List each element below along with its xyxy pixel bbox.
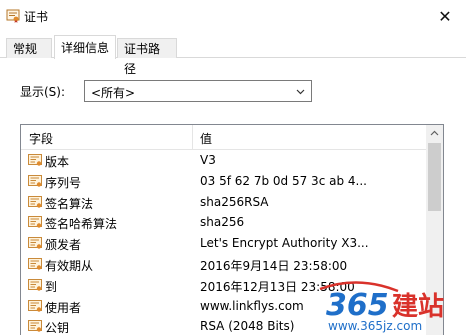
row-field-value: sha256 <box>200 215 245 230</box>
close-button[interactable]: ✕ <box>432 4 458 28</box>
certificate-icon <box>6 9 20 23</box>
row-field-name: 版本 <box>45 155 70 169</box>
row-field-value: V3 <box>200 153 216 167</box>
window-title: 证书 <box>24 10 49 24</box>
row-field-name: 序列号 <box>45 175 82 190</box>
row-field-name: 颁发者 <box>45 238 82 253</box>
table-row[interactable]: 颁发者 Let's Encrypt Authority X3... <box>21 233 426 254</box>
show-dropdown[interactable]: <所有> <box>84 80 312 102</box>
scroll-thumb[interactable] <box>428 143 441 211</box>
chevron-down-icon <box>296 89 305 95</box>
certificate-dialog: 证书 ✕ 常规 详细信息 证书路径 显示(S): <所有> 字段 值 版本 V3 序… <box>0 0 466 335</box>
certificate-field-icon <box>28 299 42 313</box>
certificate-field-icon <box>28 320 42 333</box>
close-icon: ✕ <box>438 6 452 26</box>
table-row[interactable]: 签名哈希算法 sha256 <box>21 212 426 233</box>
row-field-name: 公钥 <box>45 321 70 335</box>
certificate-field-icon <box>28 195 42 209</box>
table-row[interactable]: 序列号 03 5f 62 7b 0d 57 3c ab 4... <box>21 171 426 192</box>
watermark-chars: 建站 <box>392 292 444 322</box>
table-header: 字段 值 <box>21 125 426 150</box>
row-field-value: www.linkflys.com <box>200 298 304 313</box>
row-field-value: Let's Encrypt Authority X3... <box>200 236 369 251</box>
tab-details-label: 详细信息 <box>61 41 110 55</box>
column-header-value[interactable]: 值 <box>200 130 212 147</box>
tab-general-label: 常规 <box>13 42 38 56</box>
chevron-up-icon <box>430 130 439 136</box>
row-field-value: sha256RSA <box>200 194 269 209</box>
tab-certification-path-label: 证书路径 <box>124 42 161 76</box>
table-row[interactable]: 签名算法 sha256RSA <box>21 192 426 213</box>
tab-general[interactable]: 常规 <box>6 38 52 58</box>
show-label: 显示(S): <box>20 85 66 99</box>
watermark-logo: 365 建站 www.365jz.com <box>319 281 444 333</box>
certificate-field-icon <box>28 154 42 167</box>
tab-certification-path[interactable]: 证书路径 <box>117 38 177 76</box>
watermark-number: 365 <box>326 288 389 323</box>
certificate-field-icon <box>28 257 42 271</box>
column-header-field[interactable]: 字段 <box>29 130 53 147</box>
certificate-field-icon <box>28 278 42 292</box>
certificate-field-icon <box>28 216 42 229</box>
row-field-name: 到 <box>45 279 58 294</box>
row-field-value: RSA (2048 Bits) <box>200 319 295 334</box>
watermark-url: www.365jz.com <box>328 319 422 333</box>
tab-details[interactable]: 详细信息 <box>54 35 116 59</box>
column-separator[interactable] <box>192 125 193 149</box>
title-bar: 证书 ✕ <box>0 0 466 34</box>
row-field-value: 2016年9月14日 23:58:00 <box>200 258 348 273</box>
scroll-up-button[interactable] <box>426 125 443 142</box>
row-field-name: 签名哈希算法 <box>45 217 118 232</box>
certificate-field-icon <box>28 237 42 250</box>
table-row[interactable]: 版本 V3 <box>21 150 426 171</box>
row-field-name: 使用者 <box>45 300 82 315</box>
row-field-value: 03 5f 62 7b 0d 57 3c ab 4... <box>200 173 367 188</box>
row-field-name: 签名算法 <box>45 196 94 211</box>
show-dropdown-value: <所有> <box>91 86 136 100</box>
table-row[interactable]: 有效期从 2016年9月14日 23:58:00 <box>21 254 426 275</box>
row-field-name: 有效期从 <box>45 258 94 273</box>
certificate-field-icon <box>28 174 42 188</box>
